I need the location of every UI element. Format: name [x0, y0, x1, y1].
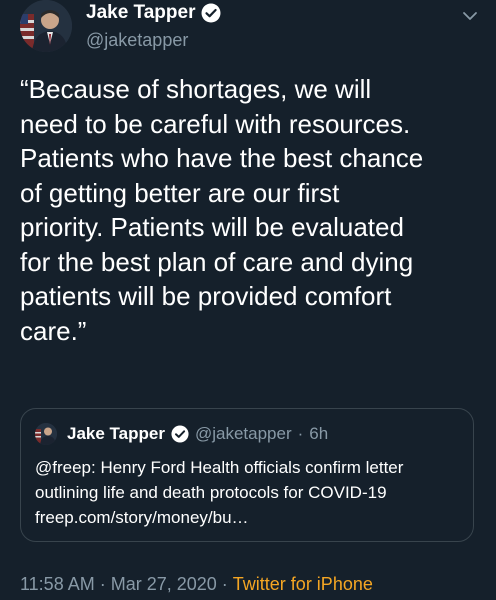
quoted-author-name: Jake Tapper	[67, 424, 165, 443]
quoted-tweet-card[interactable]: Jake Tapper @jaketapper · 6h @freep: Hen…	[20, 408, 474, 542]
tweet-text: “Because of shortages, we will need to b…	[20, 74, 424, 346]
avatar[interactable]	[20, 0, 72, 52]
tweet-meta: 11:58 AM · Mar 27, 2020 · Twitter for iP…	[20, 574, 373, 595]
verified-badge-icon	[171, 425, 189, 443]
tweet-date[interactable]: Mar 27, 2020	[111, 574, 217, 595]
tweet-time[interactable]: 11:58 AM	[20, 574, 95, 595]
quoted-author-handle: @jaketapper	[194, 424, 292, 443]
separator-dot: ·	[99, 574, 106, 594]
quoted-avatar	[35, 423, 57, 445]
quoted-tweet-text: @freep: Henry Ford Health officials conf…	[35, 458, 404, 527]
author-name[interactable]: Jake Tapper	[86, 2, 195, 24]
chevron-down-icon[interactable]	[460, 6, 480, 26]
quoted-timestamp: 6h	[309, 424, 329, 443]
tweet-source-link[interactable]: Twitter for iPhone	[233, 574, 373, 595]
verified-badge-icon	[201, 3, 221, 23]
separator-dot: ·	[297, 424, 304, 443]
author-handle[interactable]: @jaketapper	[86, 30, 188, 51]
tweet-header: Jake Tapper @jaketapper	[20, 0, 480, 60]
separator-dot: ·	[221, 574, 228, 594]
